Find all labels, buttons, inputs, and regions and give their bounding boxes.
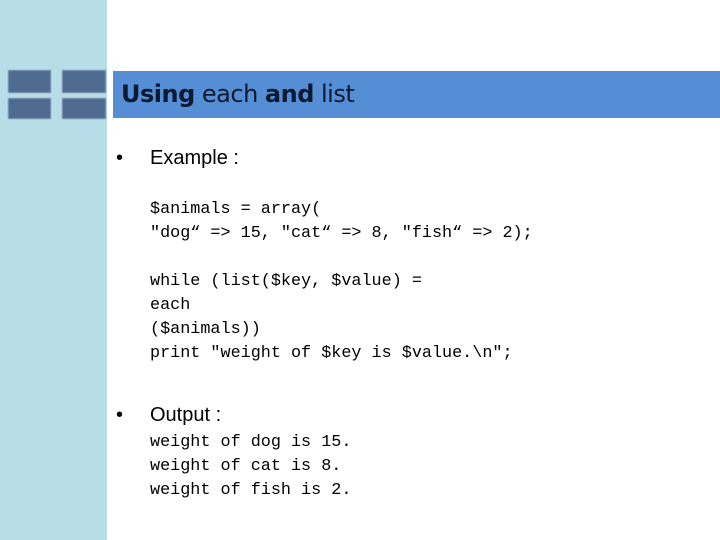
output-line: weight of dog is 15. [150,433,352,452]
title-word: list [313,80,355,108]
bullet-example-label: Example : [150,147,239,169]
decorative-square [62,98,106,119]
code-line: ($animals)) [150,320,261,339]
bullet-output-label: Output : [150,404,222,426]
code-line: print "weight of $key is $value.\n"; [150,344,513,363]
title-word: Using [121,80,195,108]
code-block-loop: while (list($key, $value) = each ($animals… [150,270,513,366]
output-line: weight of fish is 2. [150,481,352,500]
code-line: while (list($key, $value) = [150,272,422,291]
code-line: "dog“ => 15, "cat“ => 8, "fish“ => 2); [150,224,533,243]
output-line: weight of cat is 8. [150,457,342,476]
decorative-square [8,98,51,119]
code-line: $animals = array( [150,200,322,219]
code-block-array: $animals = array( "dog“ => 15, "cat“ => 8… [150,198,533,246]
bullet-marker: • [116,147,124,169]
slide-title: Using each and list [121,80,355,108]
decorative-square [8,70,51,93]
code-line: each [150,296,191,315]
title-word: each [194,80,265,108]
bullet-marker: • [116,404,124,426]
title-word: and [264,80,314,108]
decorative-square [62,70,106,93]
output-block: weight of dog is 15. weight of cat is 8. w… [150,431,351,503]
